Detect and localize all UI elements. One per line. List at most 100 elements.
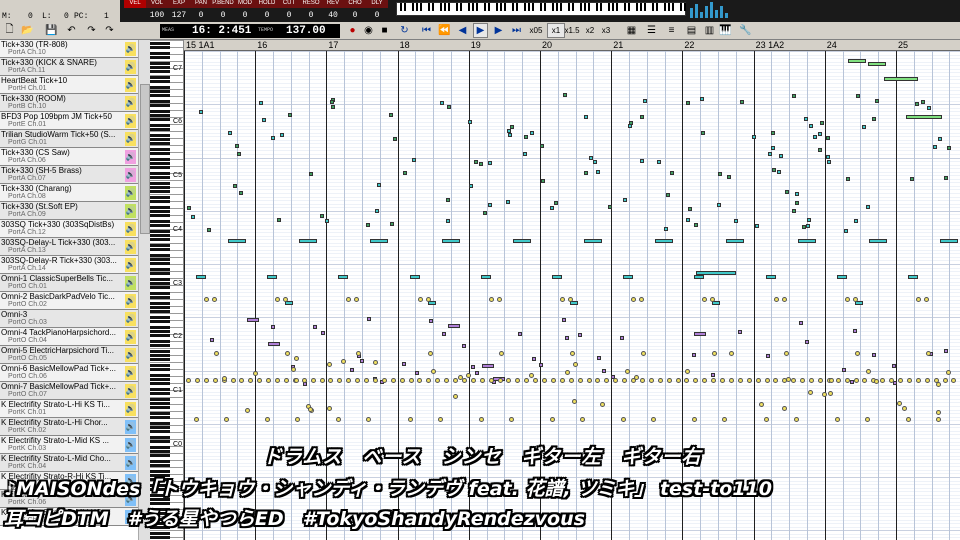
note[interactable] xyxy=(461,344,466,349)
track-row[interactable]: 303SQ-Delay-L Tick+330 (303... PortA Ch.1… xyxy=(0,238,138,256)
note[interactable] xyxy=(568,378,574,383)
track-row[interactable]: Tick+330 (Charang) PortA Ch.08 🔊 xyxy=(0,184,138,202)
note[interactable] xyxy=(430,368,436,374)
note[interactable] xyxy=(299,239,318,243)
note[interactable] xyxy=(539,143,544,148)
note[interactable] xyxy=(326,361,332,367)
note[interactable] xyxy=(550,417,555,422)
speaker-icon[interactable]: 🔊 xyxy=(125,384,136,398)
note[interactable] xyxy=(239,191,244,196)
note[interactable] xyxy=(550,378,556,383)
note[interactable] xyxy=(906,115,942,119)
note[interactable] xyxy=(880,378,886,383)
note[interactable] xyxy=(427,351,433,356)
note[interactable] xyxy=(640,159,644,164)
note[interactable] xyxy=(212,297,217,302)
note[interactable] xyxy=(203,378,209,383)
note[interactable] xyxy=(906,378,912,383)
note[interactable] xyxy=(465,372,471,378)
note[interactable] xyxy=(691,353,696,358)
speaker-icon[interactable]: 🔊 xyxy=(125,42,136,56)
note[interactable] xyxy=(453,378,458,383)
note[interactable] xyxy=(868,239,887,243)
note[interactable] xyxy=(710,373,715,378)
track-row[interactable]: Tick+330 (TR-808) PortA Ch.10 🔊 xyxy=(0,40,138,58)
note[interactable] xyxy=(854,219,859,224)
speaker-icon[interactable]: 🔊 xyxy=(125,222,136,236)
zoom-x05[interactable]: x05 xyxy=(527,23,545,38)
note[interactable] xyxy=(793,417,799,422)
measure-number[interactable]: 19 xyxy=(469,40,481,51)
speaker-icon[interactable]: 🔊 xyxy=(125,132,136,146)
stop-icon[interactable]: ■ xyxy=(377,23,392,38)
list-view-icon[interactable]: ☰ xyxy=(644,23,659,38)
measure-number[interactable]: 22 xyxy=(682,40,694,51)
measure-number[interactable]: 24 xyxy=(825,40,837,51)
note[interactable] xyxy=(633,375,639,381)
note[interactable] xyxy=(942,378,948,383)
mini-keyboard[interactable] xyxy=(396,2,686,16)
note[interactable] xyxy=(506,378,512,383)
piano-keyboard[interactable]: C7 C6 C5 C4 C3 C2 C1 C0 xyxy=(150,40,184,540)
note[interactable] xyxy=(844,378,850,383)
note[interactable] xyxy=(826,155,831,160)
note[interactable] xyxy=(479,378,485,383)
measure-number[interactable]: 16 xyxy=(255,40,267,51)
note[interactable] xyxy=(568,297,573,302)
note[interactable] xyxy=(924,297,929,302)
note[interactable] xyxy=(522,152,527,157)
note[interactable] xyxy=(809,378,814,383)
note[interactable] xyxy=(248,378,254,383)
note[interactable] xyxy=(622,197,627,202)
note[interactable] xyxy=(214,351,219,356)
note[interactable] xyxy=(364,378,369,383)
gauge-vel[interactable]: VEL xyxy=(124,0,146,22)
note[interactable] xyxy=(740,100,745,105)
note[interactable] xyxy=(947,146,952,151)
track-row[interactable]: Tick+330 (KICK & SNARE) PortA Ch.11 🔊 xyxy=(0,58,138,76)
mixer-view-icon[interactable]: ▥ xyxy=(702,23,717,38)
note[interactable] xyxy=(261,117,266,122)
measure-number[interactable]: 15 1A1 xyxy=(184,40,215,51)
note[interactable] xyxy=(338,275,349,279)
note[interactable] xyxy=(670,171,675,176)
note[interactable] xyxy=(301,378,307,383)
note[interactable] xyxy=(684,368,690,374)
note[interactable] xyxy=(553,201,558,206)
note[interactable] xyxy=(944,348,949,353)
note[interactable] xyxy=(675,378,681,383)
note[interactable] xyxy=(820,120,825,125)
note[interactable] xyxy=(407,417,413,422)
measure-number[interactable]: 21 xyxy=(611,40,623,51)
note[interactable] xyxy=(845,176,850,181)
note[interactable] xyxy=(336,417,342,422)
note[interactable] xyxy=(817,378,823,383)
note[interactable] xyxy=(821,391,827,397)
note[interactable] xyxy=(686,101,691,106)
note[interactable] xyxy=(791,94,796,99)
note[interactable] xyxy=(253,370,259,376)
speaker-icon[interactable]: 🔊 xyxy=(125,438,136,452)
speaker-icon[interactable]: 🔊 xyxy=(125,204,136,218)
note[interactable] xyxy=(265,417,271,422)
note[interactable] xyxy=(275,378,280,383)
speaker-icon[interactable]: 🔊 xyxy=(125,456,136,470)
note[interactable] xyxy=(737,330,742,335)
note[interactable] xyxy=(702,297,708,302)
note[interactable] xyxy=(515,378,521,383)
gauge-vol[interactable]: VOL 100 xyxy=(146,0,168,22)
play-icon[interactable]: ▶ xyxy=(473,23,488,38)
note[interactable] xyxy=(926,351,931,356)
forward-icon[interactable]: ▶ xyxy=(491,23,506,38)
note[interactable] xyxy=(835,378,841,383)
note[interactable] xyxy=(842,368,847,373)
note[interactable] xyxy=(648,378,654,383)
gauge-rev[interactable]: REV 40 xyxy=(322,0,344,22)
note[interactable] xyxy=(852,328,857,333)
note[interactable] xyxy=(639,114,644,119)
note[interactable] xyxy=(765,354,770,359)
note[interactable] xyxy=(479,161,484,166)
note[interactable] xyxy=(441,239,460,243)
note[interactable] xyxy=(898,378,903,383)
track-row[interactable]: K Electrifity Strato-L-Mid Cho... PortK C… xyxy=(0,454,138,472)
